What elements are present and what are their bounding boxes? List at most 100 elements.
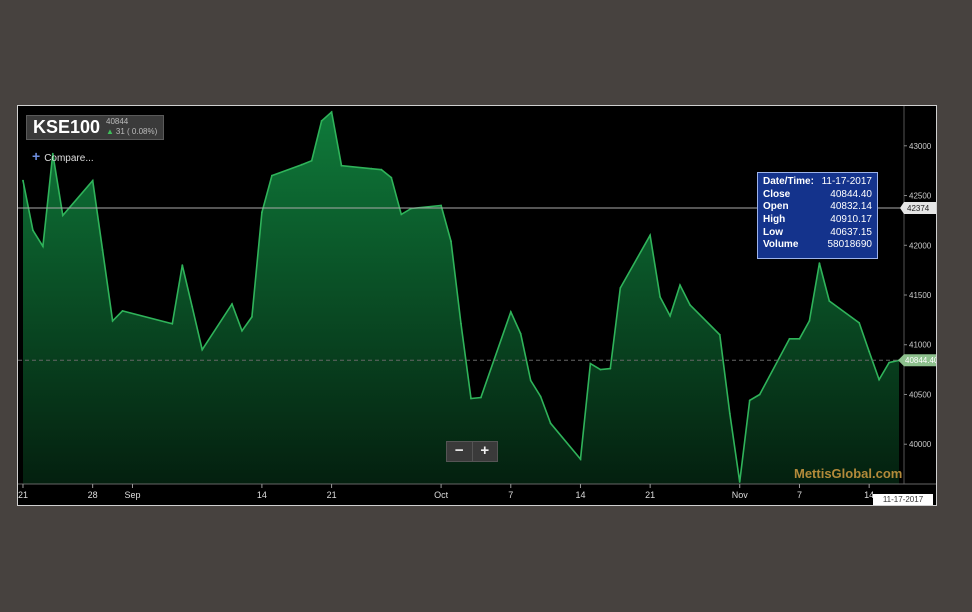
- crosshair-price-label: 42374: [907, 204, 930, 213]
- y-tick-label: 42000: [909, 241, 932, 250]
- ohlc-tooltip: Date/Time: 11-17-2017 Close 40844.40 Open 408…: [757, 172, 878, 259]
- data-point: [818, 262, 821, 265]
- compare-button[interactable]: + Compare...: [32, 148, 94, 164]
- data-point: [440, 204, 442, 207]
- tooltip-label: Low: [763, 226, 783, 238]
- x-tick-label: Sep: [124, 490, 140, 500]
- data-point: [181, 264, 184, 267]
- data-point: [738, 481, 741, 483]
- data-point: [91, 179, 94, 182]
- data-point: [788, 337, 791, 340]
- tooltip-value: 40832.14: [830, 201, 872, 213]
- tooltip-value: 11-17-2017: [821, 176, 872, 187]
- data-point: [878, 378, 880, 381]
- data-point: [101, 249, 104, 252]
- data-point: [808, 320, 811, 322]
- data-point: [748, 399, 751, 402]
- chart-frame: 40000 40500 41000 41500 42000 42500 43000 21 28 S…: [17, 105, 937, 506]
- up-arrow-icon: ▲: [106, 127, 114, 136]
- data-point: [400, 213, 403, 216]
- tooltip-label: Close: [763, 188, 791, 200]
- y-tick-label: 40500: [909, 390, 932, 399]
- data-point: [529, 379, 532, 382]
- x-tick-label: 28: [88, 490, 98, 500]
- tooltip-label: Volume: [763, 239, 799, 251]
- zoom-controls: − +: [446, 441, 498, 462]
- data-point: [171, 322, 174, 325]
- data-point: [231, 303, 233, 305]
- symbol-box: KSE100 40844 ▲ 31 ( 0.08%): [26, 115, 164, 140]
- data-point: [61, 214, 64, 217]
- zoom-out-button[interactable]: −: [447, 442, 473, 461]
- y-tick-label: 41000: [909, 341, 932, 350]
- tooltip-value: 40910.17: [830, 214, 872, 226]
- data-point: [868, 350, 871, 353]
- data-point: [380, 168, 383, 171]
- data-point: [828, 300, 831, 302]
- data-point: [539, 395, 542, 398]
- change-value: ▲ 31 ( 0.08%): [106, 127, 157, 136]
- data-point: [241, 329, 243, 332]
- tooltip-label: Open: [763, 201, 789, 213]
- data-point: [519, 332, 522, 335]
- tooltip-row: Date/Time: 11-17-2017: [758, 176, 877, 189]
- data-point: [32, 229, 34, 232]
- x-tick-label: Oct: [434, 490, 449, 500]
- x-tick-label: 7: [508, 490, 513, 500]
- last-value: 40844: [106, 117, 129, 126]
- data-point: [251, 316, 253, 318]
- zoom-in-button[interactable]: +: [473, 442, 498, 461]
- data-point: [589, 362, 592, 365]
- data-point: [370, 167, 373, 170]
- y-tick-label: 41500: [909, 291, 932, 300]
- tooltip-row: Volume 58018690: [758, 239, 877, 252]
- y-tick-label: 42500: [909, 192, 932, 201]
- data-point: [549, 422, 552, 425]
- data-point: [669, 315, 671, 317]
- x-tick-label: 21: [645, 490, 655, 500]
- data-point: [689, 304, 691, 306]
- data-point: [22, 179, 24, 182]
- data-point: [649, 234, 651, 237]
- plus-icon: +: [32, 148, 41, 164]
- area-fill: [23, 112, 899, 484]
- x-tick-label: 21: [18, 490, 28, 500]
- x-tick-label: 14: [575, 490, 585, 500]
- data-point: [509, 311, 512, 313]
- data-point: [261, 211, 263, 214]
- data-point: [888, 361, 890, 364]
- symbol-label: KSE100: [33, 117, 101, 137]
- data-point: [300, 163, 303, 166]
- tooltip-row: High 40910.17: [758, 214, 877, 227]
- data-point: [579, 458, 582, 460]
- tooltip-label: Date/Time:: [763, 176, 814, 187]
- data-point: [659, 296, 661, 298]
- last-price-label: 40844.40: [905, 356, 936, 365]
- tooltip-value: 40637.15: [830, 226, 872, 238]
- tooltip-row: Close 40844.40: [758, 189, 877, 202]
- data-point: [460, 322, 462, 325]
- data-point: [390, 176, 393, 179]
- x-tick-label: 7: [797, 490, 802, 500]
- tooltip-value: 40844.40: [830, 188, 872, 200]
- data-point: [111, 320, 114, 322]
- current-date-tag: 11-17-2017: [873, 494, 933, 505]
- data-point: [599, 368, 602, 371]
- x-tick-label: 21: [327, 490, 337, 500]
- y-tick-label: 43000: [909, 142, 932, 151]
- data-point: [310, 159, 313, 162]
- data-point: [330, 111, 333, 113]
- data-point: [121, 310, 124, 312]
- watermark: MettisGlobal.com: [794, 466, 903, 481]
- data-point: [679, 284, 681, 286]
- data-point: [320, 120, 323, 122]
- x-tick-label: Nov: [732, 490, 749, 500]
- data-point: [858, 322, 861, 324]
- data-point: [340, 164, 343, 167]
- data-point: [42, 245, 44, 248]
- x-tick-label: 14: [257, 490, 267, 500]
- y-tick-label: 40000: [909, 440, 932, 449]
- compare-label: Compare...: [44, 153, 94, 164]
- data-point: [798, 337, 801, 340]
- data-point: [718, 333, 721, 336]
